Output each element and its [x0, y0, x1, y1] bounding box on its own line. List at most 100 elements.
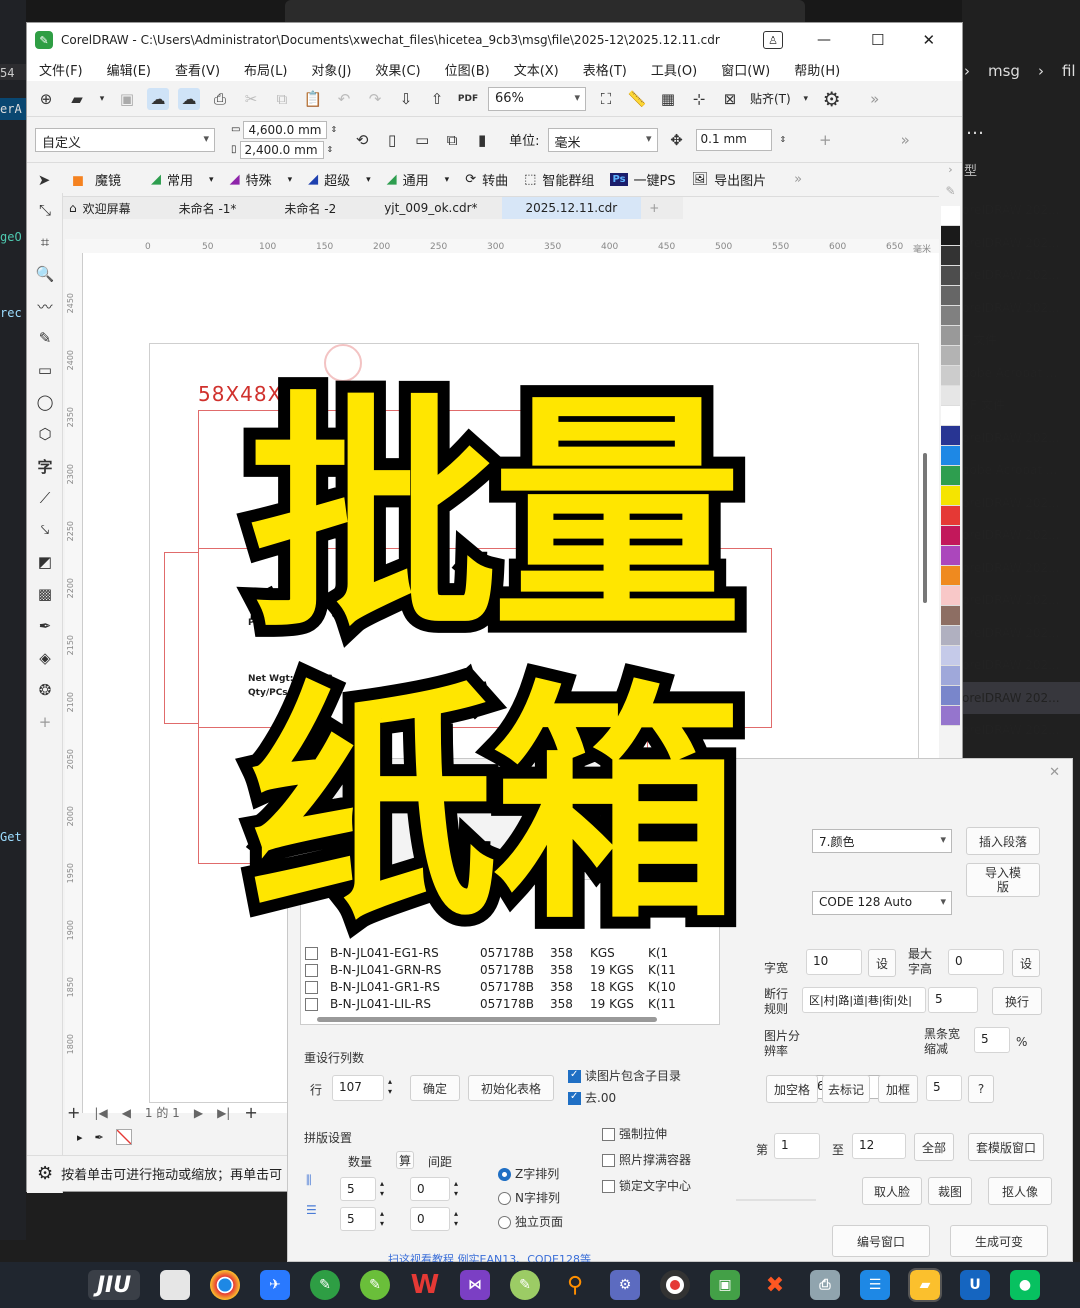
feishu-icon[interactable]: ✈ — [260, 1270, 290, 1300]
toolbar-overflow-icon[interactable]: » — [894, 129, 916, 151]
wps-icon[interactable]: W — [410, 1270, 440, 1300]
plugin-item-one-key-ps[interactable]: 一键PS — [634, 170, 676, 189]
save-icon[interactable]: ▣ — [116, 88, 138, 110]
color-swatch[interactable] — [941, 626, 960, 646]
columns-gap-input[interactable]: 0 — [410, 1177, 450, 1201]
chevron-down-icon[interactable]: ▾ — [97, 88, 107, 110]
menu-item[interactable]: 表格(T) — [571, 60, 639, 79]
minimize-button[interactable]: — — [817, 32, 831, 48]
import-template-button[interactable]: 导入模版 — [966, 863, 1040, 897]
remove-mark-button[interactable]: 去标记 — [822, 1075, 870, 1103]
file-list-item[interactable]: oreIDRAW 202... — [962, 292, 1080, 325]
more-icon[interactable]: … — [966, 118, 984, 139]
plugin-item-general[interactable]: 通用 — [403, 170, 429, 189]
ellipse-tool-icon[interactable]: ◯ — [34, 391, 56, 413]
color-swatch[interactable] — [941, 286, 960, 306]
stepper-icon[interactable]: ▴ ▾ — [380, 1209, 384, 1229]
cut-icon[interactable]: ✂ — [240, 88, 262, 110]
set-height-button[interactable]: 设 — [1012, 949, 1040, 977]
drop-shadow-icon[interactable]: ◩ — [34, 551, 56, 573]
max-height-input[interactable]: 0 — [948, 949, 1004, 975]
bar-width-reduce-input[interactable]: 5 — [974, 1027, 1010, 1053]
text-tool-icon[interactable]: 字 — [34, 455, 56, 477]
home-icon[interactable]: ⌂ — [63, 201, 83, 215]
file-list-item[interactable]: oreIDRAW 202... — [962, 194, 1080, 227]
menu-item[interactable]: 效果(C) — [363, 60, 432, 79]
rows-gap-input[interactable]: 0 — [410, 1207, 450, 1231]
line-break-count-input[interactable]: 5 — [928, 987, 978, 1013]
color-swatch[interactable] — [941, 326, 960, 346]
separate-page-radio[interactable]: 独立页面 — [498, 1213, 563, 1230]
field-select[interactable]: 7.颜色 — [812, 829, 952, 853]
frame-width-input[interactable]: 5 — [926, 1075, 962, 1101]
file-list-item[interactable]: oreIDRAW 202... — [962, 227, 1080, 260]
get-face-button[interactable]: 取人脸 — [862, 1177, 922, 1205]
parallel-dimension-icon[interactable]: ⟋ — [34, 487, 56, 509]
grid-icon[interactable]: ▦ — [657, 88, 679, 110]
prev-page-icon[interactable]: ◀ — [122, 1106, 131, 1120]
eyedropper-icon[interactable]: ✒ — [34, 615, 56, 637]
pdf-icon[interactable]: PDF — [457, 88, 479, 110]
menu-item[interactable]: 文件(F) — [27, 60, 95, 79]
menu-item[interactable]: 工具(O) — [639, 60, 709, 79]
page-size-select[interactable]: 自定义 — [35, 127, 215, 152]
plugin-item-super[interactable]: 超级 — [324, 170, 350, 189]
template-window-button[interactable]: 套模版窗口 — [968, 1133, 1044, 1161]
maximize-button[interactable]: ☐ — [871, 31, 884, 49]
to-input[interactable]: 12 — [852, 1133, 906, 1159]
char-width-input[interactable]: 10 — [806, 949, 862, 975]
plugin-item-export-image[interactable]: 导出图片 — [714, 170, 766, 189]
color-swatch[interactable] — [941, 366, 960, 386]
chevron-down-icon[interactable]: ▾ — [209, 175, 214, 185]
rectangle-tool-icon[interactable]: ▭ — [34, 359, 56, 381]
open-folder-icon[interactable]: ▰ — [66, 88, 88, 110]
full-screen-icon[interactable]: ⛶ — [595, 88, 617, 110]
search-app-icon[interactable]: ⚲ — [560, 1270, 590, 1300]
color-swatch[interactable] — [941, 686, 960, 706]
set-width-button[interactable]: 设 — [868, 949, 896, 977]
jiu-app-icon[interactable]: JIU — [88, 1270, 140, 1300]
nudge-input[interactable]: 0.1 mm — [695, 128, 772, 151]
crop-tool-icon[interactable]: ⌗ — [34, 231, 56, 253]
dieline-glue-flap[interactable] — [164, 552, 198, 724]
file-list-item[interactable]: oreIDRAW 202... — [962, 552, 1080, 585]
add-icon[interactable]: + — [814, 129, 836, 151]
color-swatch[interactable] — [941, 546, 960, 566]
close-icon[interactable]: ✕ — [1049, 765, 1060, 780]
page-height-input[interactable]: 2,400.0 mm — [239, 140, 324, 159]
new-document-icon[interactable]: ⊕ — [35, 88, 57, 110]
menu-item[interactable]: 查看(V) — [163, 60, 232, 79]
export-icon[interactable]: ⇧ — [426, 88, 448, 110]
file-list-item[interactable]: oreIDRAW 202... — [962, 714, 1080, 747]
redo-icon[interactable]: ↷ — [364, 88, 386, 110]
last-page-icon[interactable]: ▶| — [217, 1106, 230, 1120]
polygon-tool-icon[interactable]: ⬡ — [34, 423, 56, 445]
shield-app-icon[interactable]: U — [960, 1270, 990, 1300]
toolbar-overflow-icon[interactable]: » — [794, 172, 802, 187]
freehand-tool-icon[interactable]: 〰 — [34, 295, 56, 317]
menu-item[interactable]: 编辑(E) — [95, 60, 163, 79]
init-table-button[interactable]: 初始化表格 — [468, 1075, 554, 1101]
file-list-item[interactable]: oreIDRAW 202... — [962, 681, 1080, 714]
include-subdir-checkbox[interactable]: 读图片包含子目录 — [568, 1067, 681, 1084]
row-checkbox[interactable] — [305, 963, 318, 977]
horizontal-scrollbar[interactable] — [317, 1017, 657, 1022]
add-space-button[interactable]: 加空格 — [766, 1075, 818, 1103]
chevron-down-icon[interactable]: ▾ — [288, 175, 293, 185]
wrap-button[interactable]: 换行 — [992, 987, 1042, 1015]
coreldraw-icon[interactable]: ✎ — [310, 1270, 340, 1300]
color-swatch[interactable] — [941, 466, 960, 486]
color-swatch[interactable] — [941, 446, 960, 466]
guidelines-icon[interactable]: ⊹ — [688, 88, 710, 110]
generate-variable-button[interactable]: 生成可变 — [950, 1225, 1048, 1257]
stepper-icon[interactable]: ▴ ▾ — [454, 1209, 458, 1229]
help-button[interactable]: ? — [968, 1075, 994, 1103]
all-button[interactable]: 全部 — [914, 1133, 954, 1161]
file-list-item[interactable]: oreIDRAW 202... — [962, 649, 1080, 682]
add-tool-icon[interactable]: + — [34, 711, 56, 733]
tab-untitled-2[interactable]: 未命名 -2 — [260, 200, 360, 217]
unit-select[interactable]: 毫米 — [547, 127, 658, 152]
shape-tool-icon[interactable]: ⤡ — [34, 199, 56, 221]
stepper-icon[interactable]: ⇕ — [780, 135, 787, 144]
snap-off-icon[interactable]: ⊠ — [719, 88, 741, 110]
